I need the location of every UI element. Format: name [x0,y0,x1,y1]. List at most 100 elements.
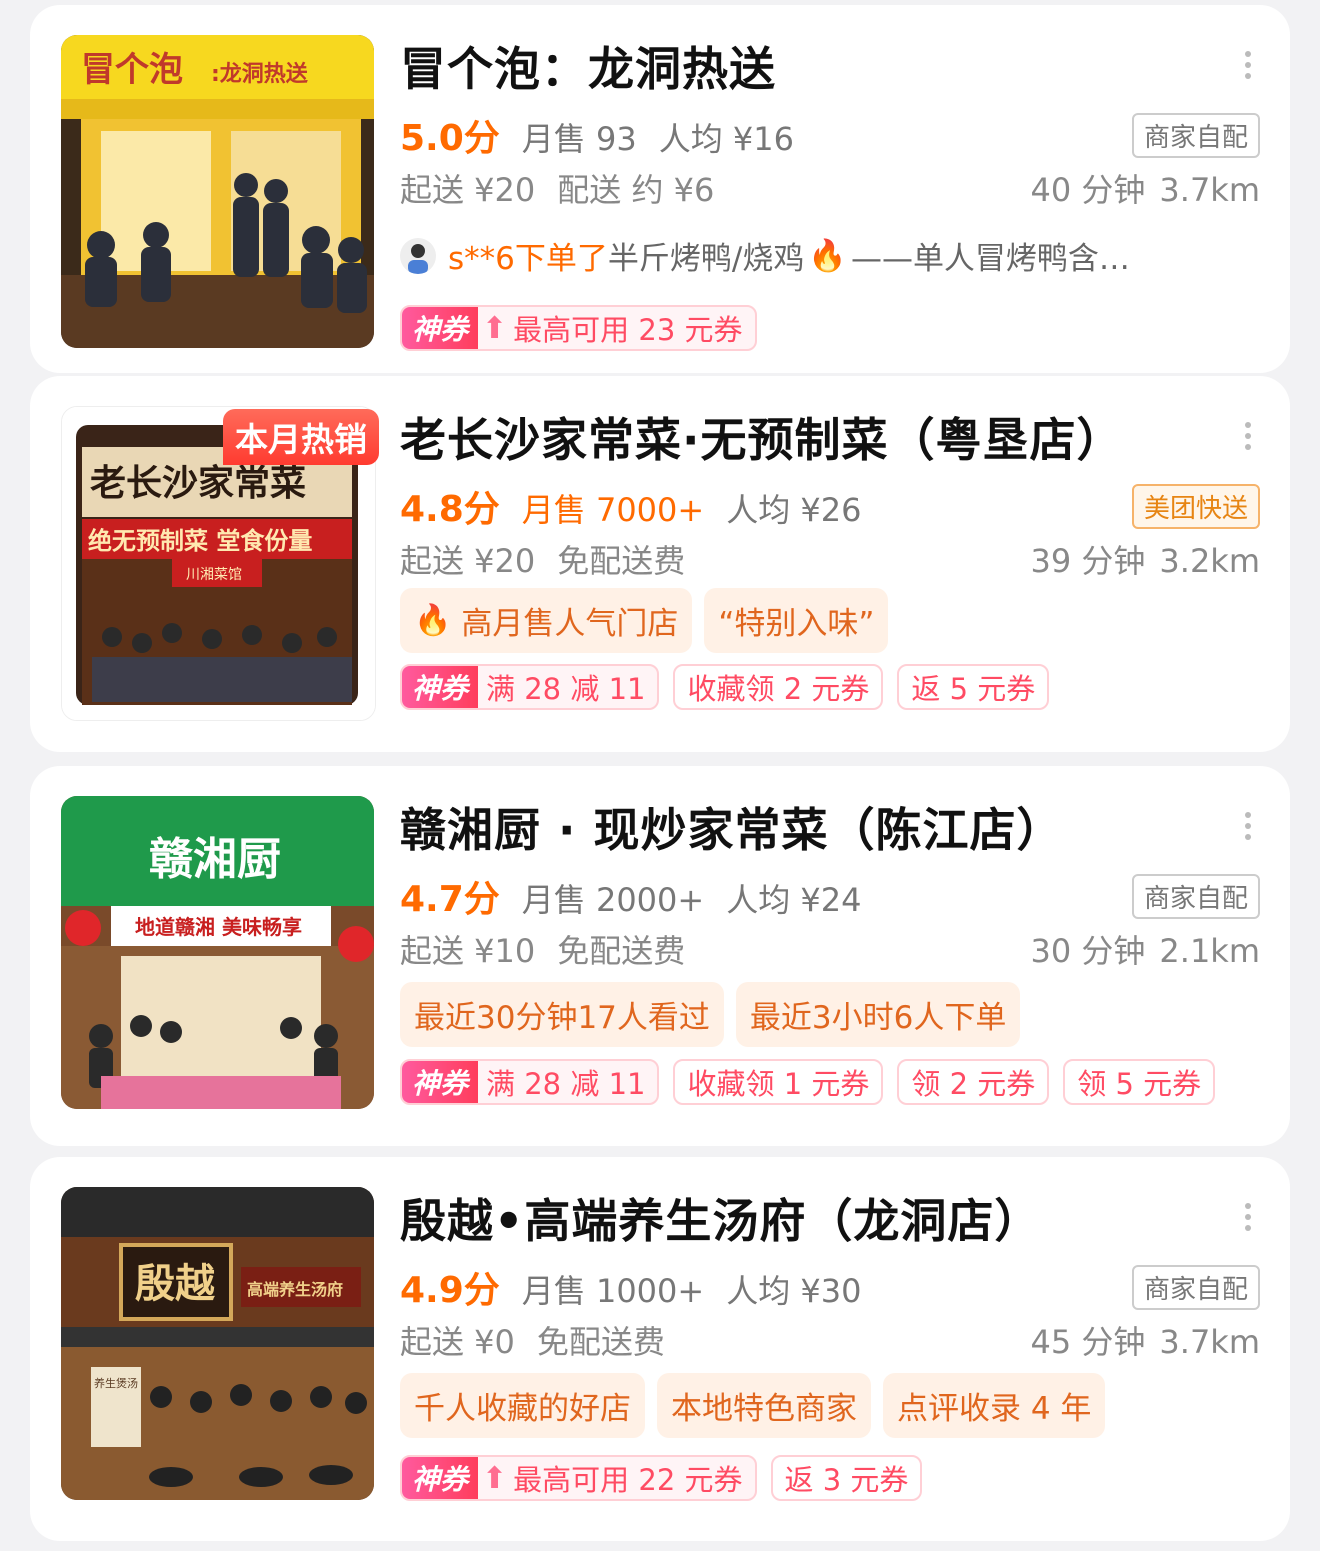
delivery-fee: 免配送费 [557,542,686,580]
feature-tag: 最近3小时6人下单 [735,982,1021,1047]
more-icon[interactable] [1244,1203,1252,1235]
eta-info: 40 分钟 3.7km [1017,165,1261,211]
feature-row: 千人收藏的好店 本地特色商家 点评收录 4 年 [400,1373,1106,1438]
storefront-image: 殷越 高端养生汤府 养生煲汤 [61,1187,374,1500]
more-icon[interactable] [1244,812,1252,844]
god-coupon[interactable]: 神券 ⬆ 最高可用 22 元券 [400,1455,757,1501]
min-order: 起送 ¥10 [400,932,536,970]
distance: 3.7km [1159,171,1260,209]
avg-price: 人均 ¥30 [726,1272,862,1310]
delivery-info: 起送 ¥20 免配送费 [400,536,707,582]
delivery-fee: 免配送费 [557,932,686,970]
god-coupon-label: 神券 [402,307,479,349]
user-avatar-icon [400,237,436,274]
rating-score: 5.0分 [400,118,500,159]
hot-sale-badge: 本月热销 [223,409,379,465]
monthly-sales: 月售 7000+ [521,491,705,529]
svg-text:地道赣湘 美味畅享: 地道赣湘 美味畅享 [135,915,302,939]
shop-name[interactable]: 老长沙家常菜·无预制菜（粤垦店） [400,404,1123,470]
svg-text:殷越: 殷越 [135,1260,215,1307]
delivery-type-badge: 商家自配 [1131,113,1260,158]
shop-stats: 4.9分 月售 1000+ 人均 ¥30 [400,1261,883,1311]
coupon-text: 最高可用 23 元券 [513,313,743,347]
coupon-row: 神券 满 28 减 11 收藏领 1 元券 领 2 元券 领 5 元券 [400,1059,1216,1105]
feature-tag: 本地特色商家 [657,1373,871,1438]
shop-info: 冒个泡：龙洞热送 5.0分 月售 93 人均 ¥16 商家自配 起送 ¥20 配送… [400,5,1260,373]
distance: 3.2km [1159,542,1260,580]
shop-image[interactable]: 赣湘厨 地道赣湘 美味畅享 [61,796,374,1109]
coupon[interactable]: 收藏领 1 元券 [673,1059,884,1105]
shop-name[interactable]: 赣湘厨 · 现炒家常菜（陈江店） [400,794,1064,860]
god-coupon-label: 神券 [402,1061,479,1103]
eta-info: 45 分钟 3.7km [1017,1317,1261,1363]
feed-user: s**6下单了 [448,241,608,277]
shop-name[interactable]: 殷越•高端养生汤府（龙洞店） [400,1185,1041,1251]
coupon[interactable]: 返 5 元券 [897,664,1050,710]
delivery-info: 起送 ¥20 配送 约 ¥6 [400,165,736,211]
shop-card[interactable]: 赣湘厨 地道赣湘 美味畅享 赣湘厨 · 现炒家常菜（陈江店） 4.7分 月售 2… [30,766,1290,1146]
eta-info: 30 分钟 2.1km [1017,926,1261,972]
min-order: 起送 ¥20 [400,171,536,209]
more-icon[interactable] [1244,422,1252,454]
feature-tag: 🔥 高月售人气门店 [400,588,693,653]
avg-price: 人均 ¥26 [726,491,862,529]
god-coupon[interactable]: 神券 ⬆ 最高可用 23 元券 [400,305,757,351]
flame-icon: 🔥 [414,603,452,638]
delivery-time: 40 分钟 [1030,171,1146,209]
god-coupon-label: 神券 [402,1457,479,1499]
coupon[interactable]: 领 5 元券 [1063,1059,1216,1105]
min-order: 起送 ¥20 [400,542,536,580]
god-coupon[interactable]: 神券 满 28 减 11 [400,664,660,710]
shop-stats: 5.0分 月售 93 人均 ¥16 [400,109,816,159]
delivery-fee: 配送 约 ¥6 [557,171,715,209]
eta-info: 39 分钟 3.2km [1017,536,1261,582]
shop-name[interactable]: 冒个泡：龙洞热送 [400,33,776,99]
delivery-info: 起送 ¥0 免配送费 [400,1317,687,1363]
avg-price: 人均 ¥24 [726,881,862,919]
svg-text:冒个泡: 冒个泡 [81,50,183,90]
svg-text:养生煲汤: 养生煲汤 [94,1376,138,1390]
shop-stats: 4.7分 月售 2000+ 人均 ¥24 [400,870,883,920]
shop-image[interactable]: 殷越 高端养生汤府 养生煲汤 [61,1187,374,1500]
god-coupon-label: 神券 [402,666,479,708]
shop-list: 冒个泡 :龙洞热送 冒个泡：龙洞热送 5.0分 月售 93 人均 ¥16 商家自… [0,0,1320,1551]
coupon[interactable]: 收藏领 2 元券 [673,664,884,710]
monthly-sales: 月售 2000+ [521,881,705,919]
feature-row: 最近30分钟17人看过 最近3小时6人下单 [400,982,1021,1047]
shop-card[interactable]: 冒个泡 :龙洞热送 冒个泡：龙洞热送 5.0分 月售 93 人均 ¥16 商家自… [30,5,1290,373]
monthly-sales: 月售 1000+ [521,1272,705,1310]
min-order: 起送 ¥0 [400,1323,515,1361]
shop-card[interactable]: 殷越 高端养生汤府 养生煲汤 殷越•高端养生汤府（龙洞店） 4.9分 月售 10… [30,1157,1290,1541]
delivery-type-badge: 商家自配 [1131,1265,1260,1310]
shop-stats: 4.8分 月售 7000+ 人均 ¥26 [400,480,883,530]
coupon[interactable]: 返 3 元券 [770,1455,923,1501]
shop-card[interactable]: 老长沙家常菜 绝无预制菜 堂食份量 川湘菜馆 本月热销 老长沙家常菜·无预制菜（… [30,376,1290,752]
shop-info: 老长沙家常菜·无预制菜（粤垦店） 4.8分 月售 7000+ 人均 ¥26 美团… [400,376,1260,752]
distance: 2.1km [1159,932,1260,970]
shop-image[interactable]: 冒个泡 :龙洞热送 [61,35,374,348]
delivery-fee: 免配送费 [536,1323,665,1361]
delivery-time: 39 分钟 [1030,542,1146,580]
more-icon[interactable] [1244,51,1252,83]
arrow-up-icon: ⬆ [482,1460,508,1496]
storefront-image: 冒个泡 :龙洞热送 [61,35,374,348]
svg-text:绝无预制菜 堂食份量: 绝无预制菜 堂食份量 [88,526,312,555]
svg-text::龙洞热送: :龙洞热送 [211,61,308,87]
coupon-text: 最高可用 22 元券 [513,1463,743,1497]
delivery-time: 30 分钟 [1030,932,1146,970]
feed-text-2: ——单人冒烤鸭含… [850,241,1130,277]
coupon-row: 神券 ⬆ 最高可用 22 元券 返 3 元券 [400,1455,923,1501]
arrow-up-icon: ⬆ [482,310,508,346]
coupon-text: 满 28 减 11 [486,1067,646,1101]
god-coupon[interactable]: 神券 满 28 减 11 [400,1059,660,1105]
svg-text:赣湘厨: 赣湘厨 [149,834,281,885]
storefront-image: 赣湘厨 地道赣湘 美味畅享 [61,796,374,1109]
feature-tag: 点评收录 4 年 [883,1373,1106,1438]
feed-text: 半斤烤鸭/烧鸡 [607,241,805,277]
distance: 3.7km [1159,1323,1260,1361]
coupon-row: 神券 ⬆ 最高可用 23 元券 [400,305,757,351]
coupon-text: 满 28 减 11 [486,672,646,706]
coupon[interactable]: 领 2 元券 [897,1059,1050,1105]
delivery-type-badge: 美团快送 [1131,484,1260,529]
svg-text:川湘菜馆: 川湘菜馆 [186,567,242,583]
